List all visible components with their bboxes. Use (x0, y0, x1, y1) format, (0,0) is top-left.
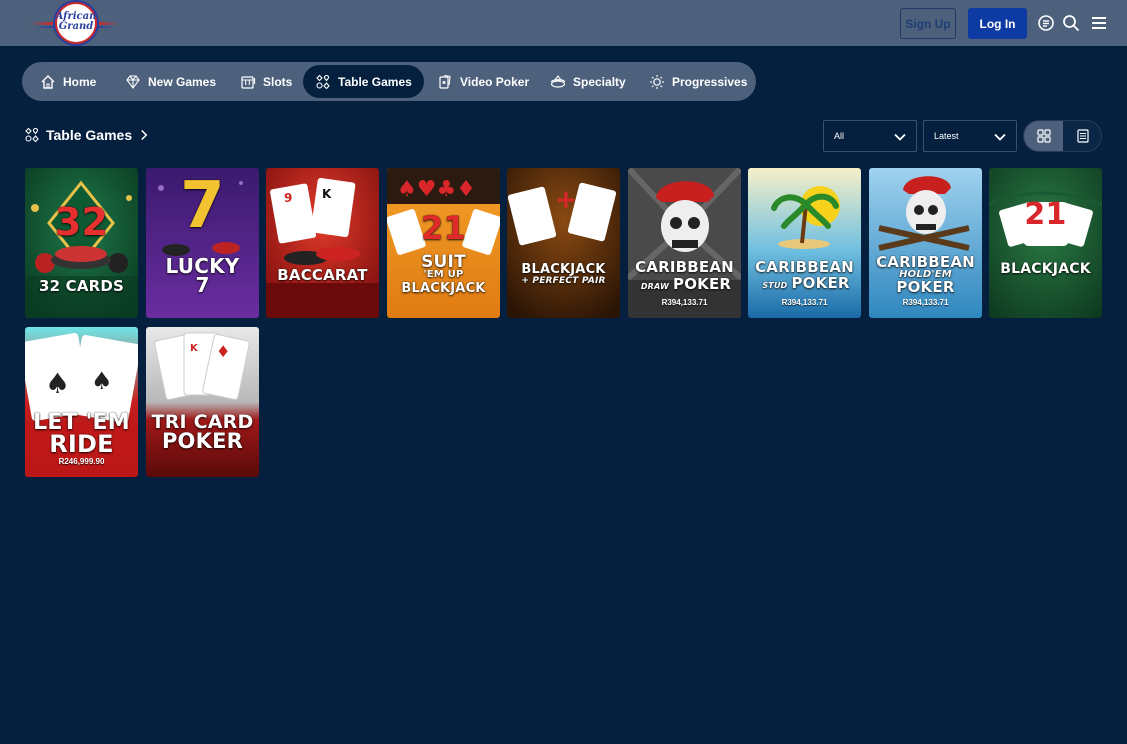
specialty-icon (550, 74, 566, 88)
nav-table-games-label: Table Games (338, 74, 412, 89)
game-title-number: 7 (180, 169, 225, 243)
game-tile-caribbean-stud-poker[interactable]: CARIBBEAN STUD POKER R394,133.71 (748, 168, 861, 318)
game-tile-tri-card-poker[interactable]: K ♦ TRI CARD POKER (146, 327, 259, 477)
game-title: BLACKJACK (1000, 261, 1091, 277)
game-tile-caribbean-draw-poker[interactable]: CARIBBEAN DRAW POKER R394,133.71 (628, 168, 741, 318)
game-tile-suit-em-up-blackjack[interactable]: ♠♥♣♦ 21 SUIT 'EM UP BLACKJACK (387, 168, 500, 318)
section-title-link[interactable]: Table Games (24, 125, 150, 145)
game-tile-blackjack-perfect-pair[interactable]: + BLACKJACK + PERFECT PAIR (507, 168, 620, 318)
svg-text:K: K (322, 187, 332, 201)
game-title-line2: POKER (896, 278, 955, 296)
sign-up-button[interactable]: Sign Up (900, 8, 956, 39)
game-tile-32-cards[interactable]: 32 32 CARDS (25, 168, 138, 318)
nav-new-games[interactable]: New Games (113, 65, 228, 98)
african-grand-logo[interactable]: African Grand (30, 1, 120, 45)
svg-text:K: K (190, 343, 199, 354)
view-toggle (1023, 120, 1102, 152)
jackpot-amount: R246,999.90 (58, 457, 105, 466)
nav-home-label: Home (63, 74, 97, 89)
nav-table-games[interactable]: Table Games (303, 65, 424, 98)
game-title: BLACKJACK (521, 262, 606, 277)
game-title: CARIBBEAN (755, 258, 854, 276)
game-art (989, 168, 1102, 318)
search-icon[interactable] (1062, 14, 1080, 32)
sort-select-value: Latest (934, 131, 959, 141)
game-art (628, 168, 741, 318)
game-title-number: 32 (54, 200, 109, 244)
video-poker-icon (439, 74, 451, 89)
list-view-button[interactable] (1063, 121, 1102, 151)
page-title: Table Games (46, 127, 133, 143)
svg-text:+: + (555, 185, 577, 215)
game-title-line3: BLACKJACK (401, 281, 486, 296)
game-title-line2: 7 (195, 273, 210, 297)
svg-text:♠♥♣♦: ♠♥♣♦ (397, 177, 476, 202)
table-games-icon (25, 127, 39, 143)
jackpot-amount: R394,133.71 (781, 298, 828, 307)
list-icon (1076, 129, 1089, 143)
logo-text-line2: Grand (58, 21, 94, 32)
chevron-down-icon (894, 133, 906, 141)
nav-home[interactable]: Home (28, 65, 108, 98)
game-title: CARIBBEAN (876, 253, 975, 271)
game-art: K ♦ (146, 327, 259, 477)
nav-new-games-label: New Games (148, 74, 217, 89)
game-title-line2: RIDE (49, 430, 114, 458)
menu-icon[interactable] (1090, 14, 1108, 32)
nav-slots-label: Slots (263, 74, 293, 89)
nav-specialty-label: Specialty (573, 74, 626, 89)
nav-progressives[interactable]: Progressives (637, 65, 759, 98)
home-icon (41, 74, 55, 89)
svg-text:♠: ♠ (45, 367, 70, 400)
game-tile-baccarat[interactable]: 9 K BACCARAT (266, 168, 379, 318)
jackpot-amount: R394,133.71 (902, 298, 949, 307)
top-header: African Grand Sign Up Log In (0, 0, 1127, 46)
diamond-icon (126, 74, 140, 89)
game-title-line2: POKER (791, 274, 850, 292)
slot-machine-icon (241, 75, 256, 89)
game-title-line2: POKER (161, 429, 244, 453)
game-title-line2: 'EM UP (423, 269, 464, 280)
nav-slots[interactable]: Slots (228, 65, 304, 98)
game-art: + (507, 168, 620, 318)
nav-video-poker-label: Video Poker (460, 74, 530, 89)
table-games-icon (316, 74, 330, 89)
game-title: BACCARAT (277, 266, 368, 284)
game-title-row: STUD POKER (756, 276, 856, 291)
svg-text:9: 9 (284, 191, 292, 205)
game-title-number: 21 (1024, 197, 1067, 232)
grid-icon (1036, 129, 1051, 143)
chat-icon[interactable] (1037, 14, 1055, 32)
game-title-variant: STUD (762, 281, 788, 290)
game-tile-blackjack[interactable]: 21 BLACKJACK (989, 168, 1102, 318)
nav-video-poker[interactable]: Video Poker (425, 65, 541, 98)
chevron-right-icon (141, 129, 148, 141)
filter-select-value: All (834, 131, 845, 141)
chevron-down-icon (994, 133, 1006, 141)
nav-progressives-label: Progressives (672, 74, 748, 89)
game-tile-let-em-ride[interactable]: ♠ ♠ LET 'EM RIDE R246,999.90 (25, 327, 138, 477)
game-title-number: 21 (421, 209, 466, 247)
sort-select[interactable]: Latest (923, 120, 1017, 152)
log-in-button[interactable]: Log In (968, 8, 1027, 39)
progressives-icon (650, 74, 664, 89)
game-title-row: DRAW POKER (636, 277, 736, 292)
game-art: 9 K (266, 168, 379, 318)
game-title-line2: POKER (673, 275, 732, 293)
grid-view-button[interactable] (1024, 121, 1063, 151)
svg-text:♦: ♦ (216, 342, 230, 361)
nav-specialty[interactable]: Specialty (538, 65, 638, 98)
game-tile-lucky-7[interactable]: 7 LUCKY 7 (146, 168, 259, 318)
game-tile-caribbean-holdem-poker[interactable]: CARIBBEAN HOLD'EM POKER R394,133.71 (869, 168, 982, 318)
game-art (748, 168, 861, 318)
game-title-line2: + PERFECT PAIR (521, 276, 606, 286)
game-title: 32 CARDS (38, 277, 125, 295)
svg-text:♠: ♠ (91, 367, 113, 395)
jackpot-amount: R394,133.71 (661, 298, 708, 307)
game-title: CARIBBEAN (635, 258, 734, 276)
game-title-variant: DRAW (640, 282, 669, 291)
category-nav: Home New Games Slots Table Games Video P… (22, 62, 756, 101)
filter-select[interactable]: All (823, 120, 917, 152)
